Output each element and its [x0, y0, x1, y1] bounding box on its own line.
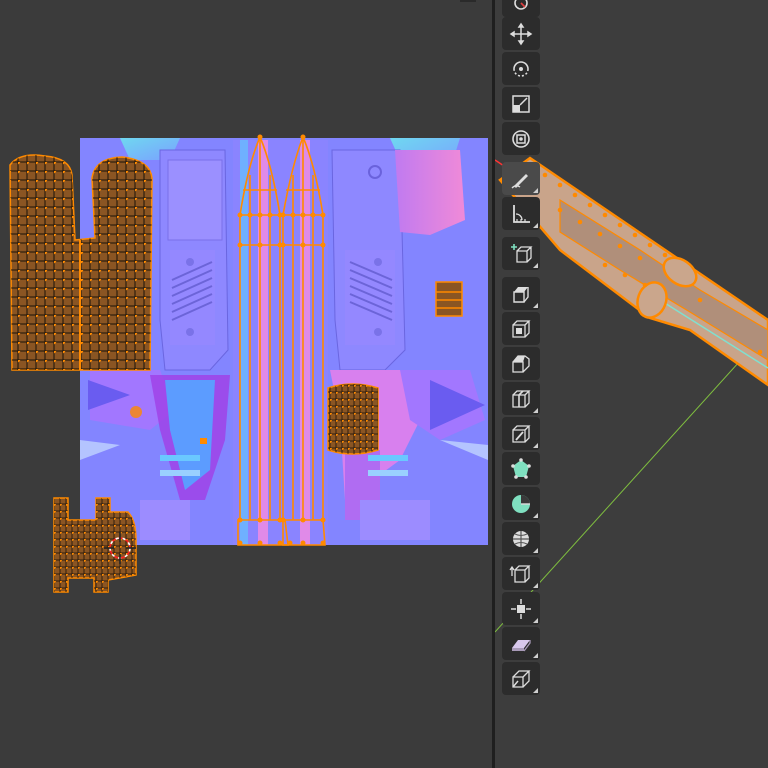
- add-cube-icon: [511, 243, 533, 263]
- tool-variants-indicator: [533, 223, 538, 228]
- annotate-icon: [511, 173, 528, 189]
- rip-region-tool[interactable]: [502, 662, 540, 695]
- loop-cut-icon: [512, 389, 531, 408]
- tool-variants-indicator: [533, 263, 538, 268]
- shear-tool[interactable]: [502, 627, 540, 660]
- tool-variants-indicator: [533, 188, 538, 193]
- rip-region-icon: [512, 669, 531, 688]
- uv-canvas[interactable]: [0, 0, 492, 768]
- measure-tool[interactable]: [502, 197, 540, 230]
- small-island-square[interactable]: [200, 438, 207, 444]
- bevel-tool[interactable]: [502, 347, 540, 380]
- rotate-tool[interactable]: [502, 52, 540, 85]
- transform-tool[interactable]: [502, 122, 540, 155]
- move-icon: [509, 22, 533, 45]
- edge-slide-tool[interactable]: [502, 557, 540, 590]
- extrude-region-tool[interactable]: [502, 277, 540, 310]
- tool-variants-indicator: [533, 408, 538, 413]
- scale-tool[interactable]: [502, 87, 540, 120]
- measure-icon: [513, 204, 530, 223]
- tool-variants-indicator: [533, 583, 538, 588]
- tool-variants-indicator: [533, 513, 538, 518]
- tool-variants-indicator: [533, 653, 538, 658]
- shear-icon: [512, 639, 531, 651]
- add-cube-tool[interactable]: [502, 237, 540, 270]
- smooth-icon: [513, 530, 529, 547]
- scale-icon: [512, 94, 530, 113]
- small-ring-island[interactable]: [435, 281, 463, 317]
- tool-variants-indicator: [533, 618, 538, 623]
- spin-icon: [512, 494, 530, 513]
- tool-variants-indicator: [533, 443, 538, 448]
- blender-workspace: [0, 0, 768, 768]
- small-island-dot[interactable]: [130, 406, 142, 418]
- bevel-icon: [512, 354, 530, 373]
- tool-shelf: [502, 0, 542, 700]
- spin-tool[interactable]: [502, 487, 540, 520]
- tool-variants-indicator: [533, 548, 538, 553]
- loop-cut-tool[interactable]: [502, 382, 540, 415]
- knife-icon: [512, 424, 531, 443]
- edge-slide-icon: [509, 564, 531, 583]
- poly-build-tool[interactable]: [502, 452, 540, 485]
- tool-variants-indicator: [533, 303, 538, 308]
- header-edge: [460, 0, 476, 2]
- smooth-tool[interactable]: [502, 522, 540, 555]
- shrink-fatten-tool[interactable]: [502, 592, 540, 625]
- move-tool[interactable]: [502, 17, 540, 50]
- rotate-icon: [513, 60, 529, 77]
- poly-build-icon: [511, 457, 531, 479]
- inset-faces-tool[interactable]: [502, 312, 540, 345]
- shrink-fatten-icon: [511, 598, 531, 619]
- cylinder-island[interactable]: [327, 383, 379, 455]
- transform-icon: [512, 129, 530, 148]
- cursor-tool[interactable]: [502, 0, 540, 17]
- uv-editor[interactable]: [0, 0, 492, 768]
- annotate-tool[interactable]: [502, 162, 540, 195]
- extrude-region-icon: [513, 286, 529, 303]
- cursor-icon: [514, 0, 528, 10]
- inset-faces-icon: [512, 319, 531, 338]
- knife-tool[interactable]: [502, 417, 540, 450]
- tool-variants-indicator: [533, 688, 538, 693]
